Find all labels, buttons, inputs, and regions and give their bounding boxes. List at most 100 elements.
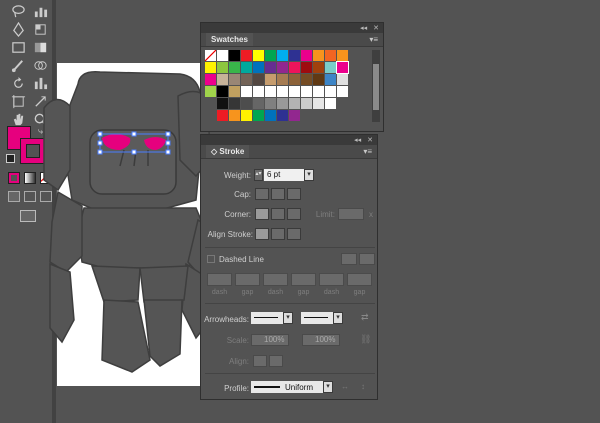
swatch[interactable] <box>229 62 240 73</box>
swatch[interactable] <box>217 74 228 85</box>
swatch[interactable] <box>241 86 252 97</box>
swatch[interactable] <box>325 86 336 97</box>
panel-menu-icon[interactable]: ▾≡ <box>369 35 378 44</box>
stroke-tab[interactable]: ◇ Stroke ▾≡ <box>201 145 377 159</box>
profile-dropdown-icon[interactable]: ▾ <box>323 381 333 393</box>
swatch[interactable] <box>325 110 336 121</box>
swatch[interactable] <box>337 110 348 121</box>
swatch[interactable] <box>337 86 348 97</box>
swatch[interactable] <box>313 50 324 61</box>
swatch[interactable] <box>229 50 240 61</box>
dashed-line-checkbox[interactable] <box>207 255 215 263</box>
swatch[interactable] <box>336 61 349 74</box>
dash-input[interactable] <box>263 273 288 286</box>
profile-select[interactable]: Uniform <box>251 381 323 393</box>
link-scale-icon[interactable]: ⛓ <box>360 334 371 345</box>
swap-arrowheads-icon[interactable]: ⇄ <box>361 312 369 323</box>
swatch[interactable] <box>277 50 288 61</box>
swatch[interactable] <box>241 98 252 109</box>
butt-cap-button[interactable] <box>255 188 269 200</box>
flip-across-icon[interactable]: ↕ <box>361 382 365 391</box>
end-scale-input[interactable]: 100% <box>302 334 340 346</box>
miter-join-button[interactable] <box>255 208 269 220</box>
panel-menu-icon[interactable]: ▾≡ <box>363 147 372 156</box>
swatch[interactable] <box>277 74 288 85</box>
swatch[interactable] <box>289 98 300 109</box>
collapse-icon[interactable]: ◂◂ <box>360 24 367 32</box>
swatch[interactable] <box>241 50 252 61</box>
swatch[interactable] <box>265 110 276 121</box>
swatch[interactable] <box>253 62 264 73</box>
swatch[interactable] <box>313 74 324 85</box>
swatch[interactable] <box>277 110 288 121</box>
align-inside-button[interactable] <box>271 228 285 240</box>
swatch[interactable] <box>289 50 300 61</box>
swatch[interactable] <box>301 86 312 97</box>
swatch[interactable] <box>325 50 336 61</box>
swatch[interactable] <box>337 98 348 109</box>
swatch[interactable] <box>253 98 264 109</box>
swatch[interactable] <box>265 62 276 73</box>
swatch[interactable] <box>301 110 312 121</box>
start-arrowhead-dropdown-icon[interactable]: ▾ <box>283 312 293 324</box>
collapse-icon[interactable]: ◂◂ <box>354 136 361 144</box>
align-center-button[interactable] <box>255 228 269 240</box>
place-arrow-button[interactable] <box>269 355 283 367</box>
round-join-button[interactable] <box>271 208 285 220</box>
swatch[interactable] <box>205 98 216 109</box>
dash-input[interactable] <box>319 273 344 286</box>
gap-input[interactable] <box>291 273 316 286</box>
preserve-dash-button[interactable] <box>341 253 357 265</box>
swatch[interactable] <box>253 74 264 85</box>
swatch[interactable] <box>289 86 300 97</box>
extend-arrow-button[interactable] <box>253 355 267 367</box>
swatches-scrollbar[interactable] <box>372 50 380 122</box>
flip-along-icon[interactable]: ↔ <box>341 382 349 391</box>
align-outside-button[interactable] <box>287 228 301 240</box>
swatch[interactable] <box>313 86 324 97</box>
swatch[interactable] <box>277 62 288 73</box>
swatch[interactable] <box>217 50 228 61</box>
gap-input[interactable] <box>235 273 260 286</box>
weight-stepper[interactable]: ▴▾ <box>254 169 263 181</box>
swatch[interactable] <box>229 74 240 85</box>
swatch[interactable] <box>265 50 276 61</box>
swatch[interactable] <box>217 98 228 109</box>
weight-input[interactable]: 6 pt <box>264 169 304 181</box>
end-arrowhead-select[interactable] <box>301 312 333 324</box>
swatch[interactable] <box>229 110 240 121</box>
swatch[interactable] <box>301 74 312 85</box>
weight-dropdown-icon[interactable]: ▾ <box>304 169 314 181</box>
swatch[interactable] <box>301 62 312 73</box>
start-arrowhead-select[interactable] <box>251 312 283 324</box>
swatch[interactable] <box>205 86 216 97</box>
swatch[interactable] <box>265 98 276 109</box>
limit-input[interactable] <box>338 208 364 220</box>
close-icon[interactable]: ✕ <box>373 24 379 32</box>
gap-input[interactable] <box>347 273 372 286</box>
swatch[interactable] <box>241 110 252 121</box>
swatch[interactable] <box>205 74 216 85</box>
swatch[interactable] <box>325 98 336 109</box>
swatch[interactable] <box>205 110 216 121</box>
round-cap-button[interactable] <box>271 188 285 200</box>
start-scale-input[interactable]: 100% <box>251 334 289 346</box>
dash-input[interactable] <box>207 273 232 286</box>
swatches-tab[interactable]: Swatches ▾≡ <box>201 33 383 47</box>
swatch[interactable] <box>277 98 288 109</box>
swatch[interactable] <box>289 110 300 121</box>
swatch[interactable] <box>229 86 240 97</box>
swatch[interactable] <box>337 74 348 85</box>
swatch[interactable] <box>289 74 300 85</box>
scrollbar-thumb[interactable] <box>373 64 379 110</box>
swatch[interactable] <box>217 86 228 97</box>
swatch[interactable] <box>325 62 336 73</box>
swatch[interactable] <box>265 86 276 97</box>
swatch[interactable] <box>205 50 216 61</box>
end-arrowhead-dropdown-icon[interactable]: ▾ <box>333 312 343 324</box>
swatch[interactable] <box>277 86 288 97</box>
close-icon[interactable]: ✕ <box>367 136 373 144</box>
swatch[interactable] <box>265 74 276 85</box>
swatch[interactable] <box>313 110 324 121</box>
swatch[interactable] <box>253 110 264 121</box>
